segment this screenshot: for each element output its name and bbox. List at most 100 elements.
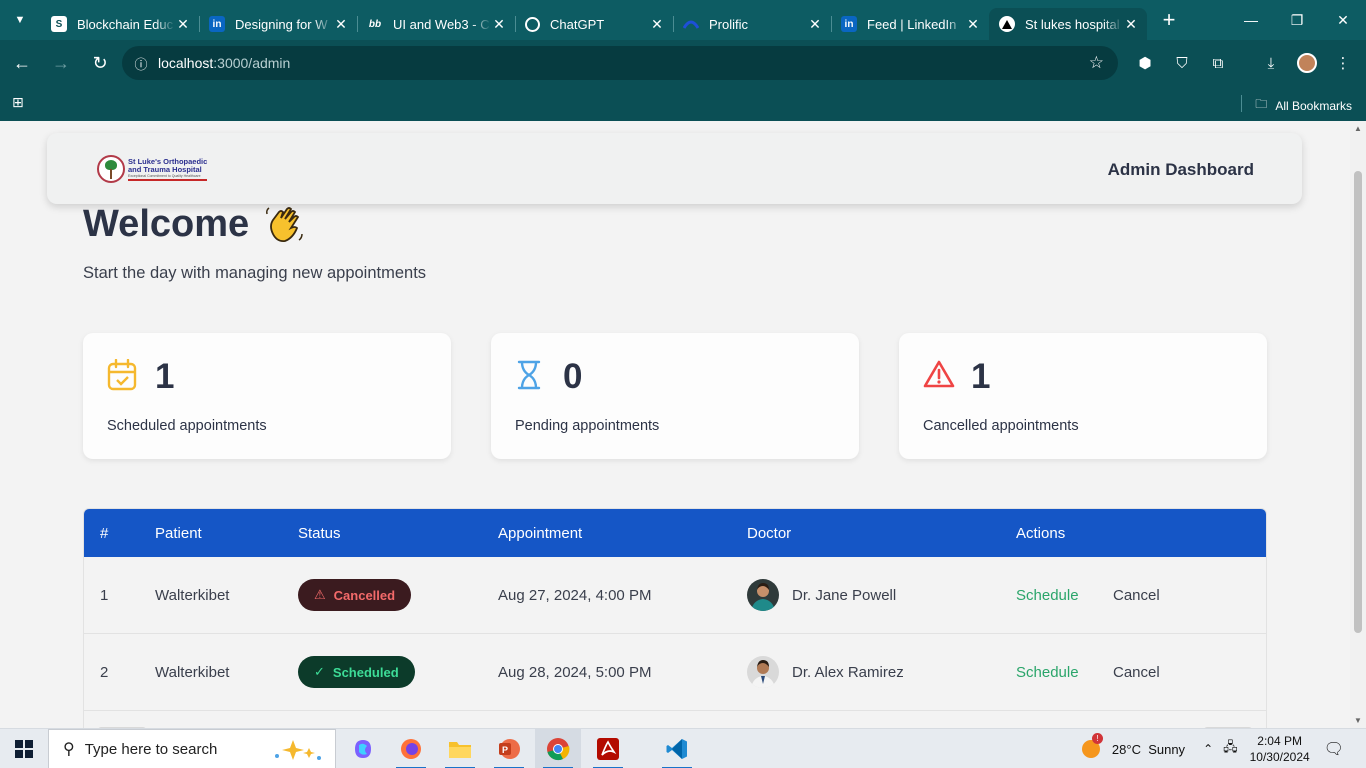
url-host: localhost — [158, 55, 214, 71]
close-window-icon[interactable]: ✕ — [1320, 0, 1366, 40]
apps-grid-icon[interactable]: ⊞ — [12, 94, 24, 111]
profile-avatar[interactable] — [1290, 46, 1324, 80]
appointments-table: # Patient Status Appointment Doctor Acti… — [83, 508, 1267, 728]
close-icon[interactable]: ✕ — [175, 16, 191, 33]
tab-title: UI and Web3 - C — [393, 16, 490, 32]
stat-card-cancelled: 1 Cancelled appointments — [899, 333, 1267, 459]
tab-search-button[interactable]: ▼ — [5, 5, 35, 35]
taskbar-search-input[interactable]: ⚲ Type here to search — [48, 729, 336, 768]
more-menu-icon[interactable]: ⋮ — [1326, 46, 1360, 80]
close-icon[interactable]: ✕ — [491, 16, 507, 33]
stat-count: 0 — [563, 357, 583, 396]
back-button[interactable]: ← — [5, 46, 39, 80]
all-bookmarks-button[interactable]: 🗀 All Bookmarks — [1255, 95, 1352, 116]
shield-extension-icon[interactable]: ⬢ — [1128, 46, 1162, 80]
chatgpt-icon — [525, 16, 540, 32]
stat-label: Scheduled appointments — [107, 418, 267, 434]
welcome-subtitle: Start the day with managing new appointm… — [83, 264, 427, 282]
doctor-name: Dr. Jane Powell — [792, 586, 897, 604]
admin-page: St Luke's Orthopaedic and Trauma Hospita… — [0, 121, 1350, 728]
bookmark-star-icon[interactable]: ☆ — [1089, 53, 1104, 73]
table-row: 1 Walterkibet ⚠ Cancelled Aug 27, 2024, … — [84, 557, 1266, 634]
powerpoint-icon[interactable]: P — [486, 729, 532, 768]
firefox-icon[interactable] — [388, 729, 434, 768]
schedule-button[interactable]: Schedule — [1016, 587, 1079, 604]
clock-date: 10/30/2024 — [1249, 750, 1310, 764]
tab-chatgpt[interactable]: ChatGPT ✕ — [515, 8, 673, 40]
weather-text[interactable]: 28°C Sunny — [1112, 742, 1185, 757]
windows-taskbar: ⚲ Type here to search P ! 28°C Sunny ⌃ 🖧… — [0, 728, 1366, 768]
vscode-icon[interactable] — [654, 729, 700, 768]
close-icon[interactable]: ✕ — [807, 16, 823, 33]
chrome-icon[interactable] — [535, 729, 581, 768]
warning-icon — [923, 359, 955, 391]
welcome-heading: Welcome — [83, 203, 305, 246]
tab-ui-web3[interactable]: bb UI and Web3 - C ✕ — [357, 8, 515, 40]
notifications-icon[interactable]: 🗨 — [1324, 739, 1344, 759]
col-patient: Patient — [155, 525, 202, 542]
weather-sun-icon[interactable]: ! — [1080, 732, 1103, 762]
copilot-icon[interactable] — [340, 729, 386, 768]
scroll-up-icon[interactable]: ▲ — [1350, 124, 1366, 133]
search-icon: ⚲ — [63, 741, 75, 758]
page-scrollbar[interactable]: ▲ ▼ — [1350, 121, 1366, 728]
logo-text: St Luke's Orthopaedic and Trauma Hospita… — [128, 157, 208, 181]
tab-title: Feed | LinkedIn — [867, 16, 957, 32]
status-text: Cancelled — [333, 587, 396, 603]
tab-blockchain[interactable]: S Blockchain Educ ✕ — [41, 8, 199, 40]
scroll-down-icon[interactable]: ▼ — [1350, 716, 1366, 725]
forward-button[interactable]: → — [44, 46, 78, 80]
linkedin-icon: in — [209, 16, 225, 32]
network-icon[interactable]: 🖧 — [1223, 738, 1238, 760]
schedule-button[interactable]: Schedule — [1016, 664, 1079, 681]
tab-designing[interactable]: in Designing for W ✕ — [199, 8, 357, 40]
stat-label: Cancelled appointments — [923, 418, 1079, 434]
tab-title: Blockchain Educ — [77, 16, 174, 32]
tab-linkedin-feed[interactable]: in Feed | LinkedIn ✕ — [831, 8, 989, 40]
patient-name: Walterkibet — [155, 664, 230, 681]
browser-tab-bar: ▼ S Blockchain Educ ✕ in Designing for W… — [0, 0, 1366, 40]
stat-count: 1 — [971, 357, 991, 396]
download-icon[interactable]: ⤓ — [1254, 46, 1288, 80]
restore-icon[interactable]: ❐ — [1274, 0, 1320, 40]
close-icon[interactable]: ✕ — [965, 16, 981, 33]
appointment-date: Aug 27, 2024, 4:00 PM — [498, 587, 652, 604]
clock[interactable]: 2:04 PM 10/30/2024 — [1250, 733, 1310, 765]
row-number: 2 — [100, 664, 109, 681]
cancel-button[interactable]: Cancel — [1113, 664, 1160, 681]
doctor-avatar — [747, 579, 779, 611]
row-number: 1 — [100, 587, 109, 604]
tab-title: St lukes hospital — [1025, 16, 1120, 32]
site-info-icon[interactable]: ⓘ — [126, 54, 156, 73]
check-icon: ✓ — [314, 664, 325, 679]
tab-st-lukes[interactable]: St lukes hospital ✕ — [989, 8, 1147, 40]
chevron-up-icon[interactable]: ⌃ — [1203, 742, 1213, 756]
tab-prolific[interactable]: Prolific ✕ — [673, 8, 831, 40]
admin-dashboard-title: Admin Dashboard — [1107, 160, 1254, 179]
scrollbar-thumb[interactable] — [1354, 171, 1362, 633]
waving-hand-icon — [263, 204, 305, 246]
bookmarks-divider — [1241, 95, 1242, 112]
hospital-logo[interactable]: St Luke's Orthopaedic and Trauma Hospita… — [97, 153, 222, 185]
close-icon[interactable]: ✕ — [333, 16, 349, 33]
prolific-icon — [683, 16, 699, 32]
new-tab-button[interactable]: + — [1155, 6, 1183, 34]
reload-button[interactable]: ↻ — [83, 46, 117, 80]
stat-card-pending: 0 Pending appointments — [491, 333, 859, 459]
close-icon[interactable]: ✕ — [1123, 16, 1139, 33]
close-icon[interactable]: ✕ — [649, 16, 665, 33]
file-explorer-icon[interactable] — [437, 729, 483, 768]
status-text: Scheduled — [332, 664, 399, 680]
extensions-puzzle-icon[interactable]: ⧉ — [1201, 46, 1235, 80]
shield-s-icon: S — [51, 16, 67, 32]
address-bar[interactable]: ⓘ localhost:3000/admin ☆ — [122, 46, 1118, 80]
privacy-badger-icon[interactable]: ⛉ — [1165, 46, 1199, 80]
minimize-icon[interactable]: — — [1228, 0, 1274, 40]
tab-title: ChatGPT — [550, 16, 605, 32]
system-tray: ! 28°C Sunny ⌃ 🖧 2:04 PM 10/30/2024 🗨 — [1080, 729, 1366, 768]
windows-start-button[interactable] — [0, 729, 48, 768]
bookmarks-bar: ⊞ 🗀 All Bookmarks — [0, 86, 1366, 121]
patient-name: Walterkibet — [155, 587, 230, 604]
acrobat-icon[interactable] — [585, 729, 631, 768]
cancel-button[interactable]: Cancel — [1113, 587, 1160, 604]
